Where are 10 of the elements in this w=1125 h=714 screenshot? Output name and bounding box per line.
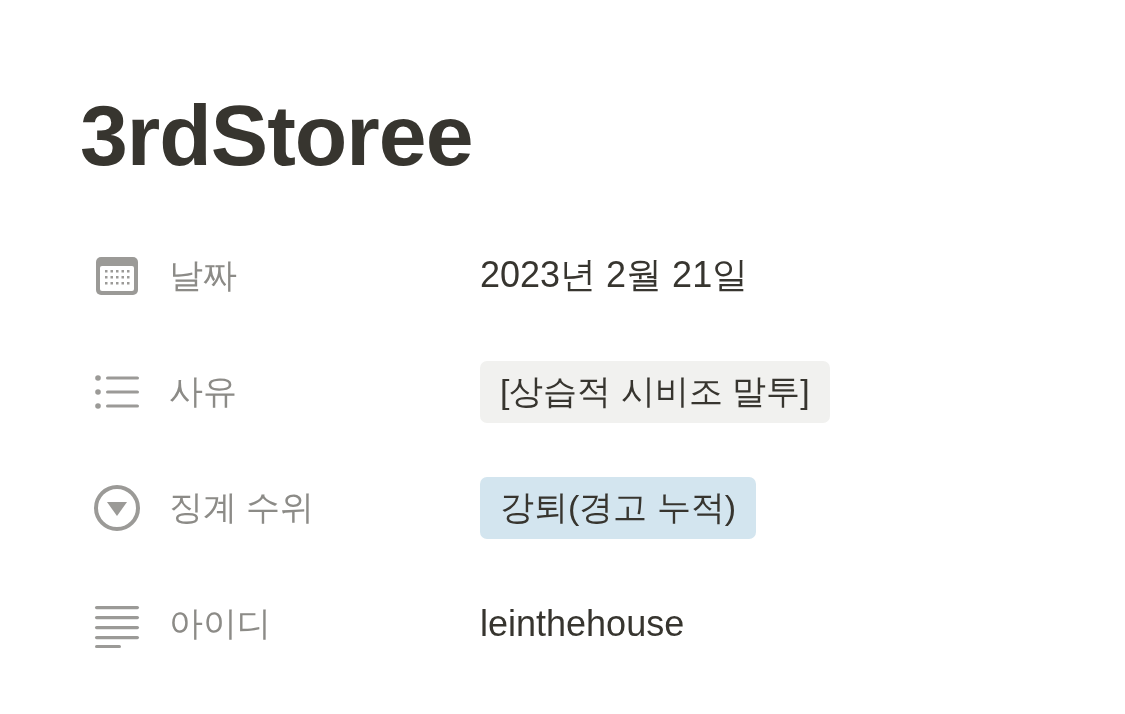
dropdown-icon (93, 483, 141, 532)
property-value: 2023년 2월 21일 (480, 254, 749, 296)
tag[interactable]: [상습적 시비조 말투] (480, 360, 830, 423)
property-label: 아이디 (169, 602, 271, 644)
page-title: 3rdStoree (80, 88, 474, 183)
tag[interactable]: 강퇴(경고 누적) (480, 476, 757, 539)
property-label: 사유 (169, 370, 237, 412)
property-value: leinthehouse (480, 602, 685, 644)
property-label: 날짜 (169, 254, 237, 296)
property-label: 징계 수위 (169, 486, 315, 528)
